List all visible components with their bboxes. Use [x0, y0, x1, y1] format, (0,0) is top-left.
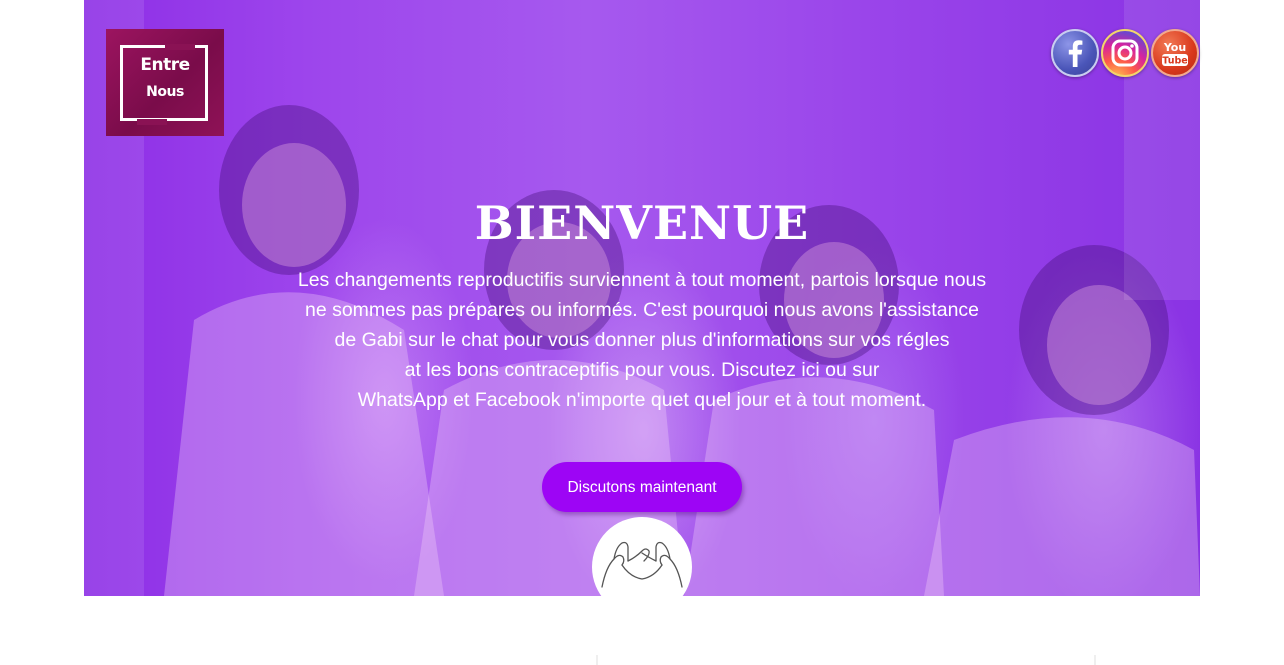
youtube-glyph: You Tube	[1162, 41, 1188, 67]
content-section	[0, 596, 1284, 665]
entre-nous-logo[interactable]: Entre Nous	[106, 29, 224, 136]
chat-now-button[interactable]: Discutons maintenant	[542, 462, 742, 512]
hero-description-line: de Gabi sur le chat pour vous donner plu…	[334, 329, 950, 351]
logo-text-nous: Nous	[146, 84, 184, 100]
divider	[1094, 655, 1096, 665]
hero-description-line: WhatsApp et Facebook n'importe quet quel…	[357, 389, 927, 411]
facebook-glyph	[1068, 40, 1083, 67]
hero-description: Les changements reproductifis surviennen…	[84, 265, 1200, 415]
logo-frame-gap-top	[165, 44, 195, 50]
facebook-icon[interactable]	[1051, 29, 1099, 77]
hero-title: BIENVENUE	[474, 196, 810, 250]
instagram-glyph	[1111, 39, 1139, 67]
instagram-icon[interactable]	[1101, 29, 1149, 77]
youtube-text-you: You	[1163, 41, 1186, 54]
youtube-icon[interactable]: You Tube	[1151, 29, 1199, 77]
logo-text-entre: Entre	[140, 55, 190, 75]
youtube-text-tube: Tube	[1162, 56, 1187, 67]
logo-frame-gap-bottom	[137, 119, 167, 125]
hero-description-line: ne sommes pas prépares ou informés. C'es…	[304, 299, 980, 321]
hero-description-line: Les changements reproductifis surviennen…	[297, 269, 987, 291]
divider	[596, 655, 598, 665]
hero-description-line: at les bons contraceptifis pour vous. Di…	[404, 359, 880, 381]
